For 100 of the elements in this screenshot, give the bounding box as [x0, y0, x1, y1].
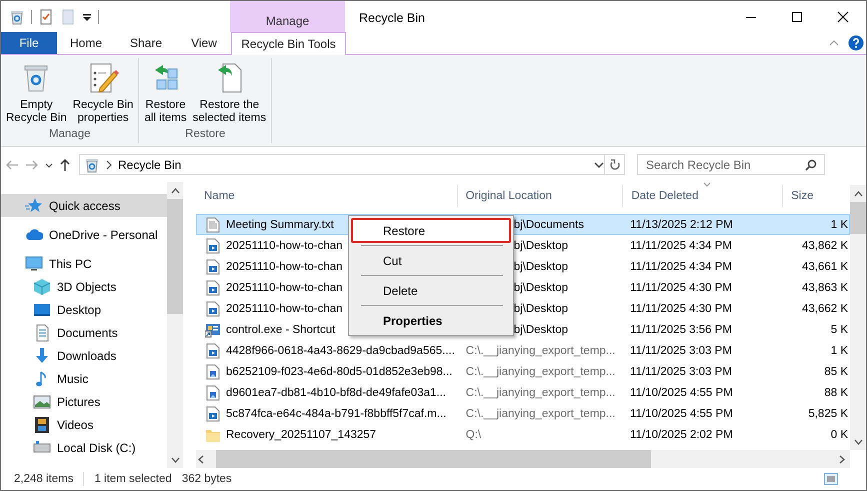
video-file-icon — [205, 280, 221, 296]
address-path: Recycle Bin — [118, 158, 182, 172]
scroll-right-icon[interactable] — [839, 454, 845, 464]
scroll-thumb[interactable] — [216, 450, 651, 468]
shortcut-icon — [205, 322, 221, 338]
ribbon-tab[interactable]: Home — [57, 32, 115, 54]
close-icon[interactable] — [837, 10, 849, 22]
dropdown-icon[interactable] — [594, 160, 604, 168]
file-name: b6252109-f023-4e6d-80d5-01d852e3eb98... — [226, 366, 452, 378]
text-file-icon — [205, 216, 221, 232]
star-icon — [25, 196, 43, 214]
details-view-icon[interactable] — [824, 473, 838, 485]
window-title: Recycle Bin — [358, 10, 425, 27]
table-cell-text: 1 K — [830, 218, 849, 230]
properties-icon[interactable] — [38, 8, 54, 24]
search-field[interactable]: Search Recycle Bin — [637, 154, 825, 175]
nav-item[interactable]: Videos — [1, 413, 167, 436]
scroll-thumb[interactable] — [850, 202, 866, 234]
column-header[interactable]: Date Deleted — [623, 185, 784, 207]
maximize-icon[interactable] — [791, 10, 803, 22]
table-cell-text: bj\Documents — [512, 218, 585, 230]
image-file-icon — [205, 384, 221, 400]
table-cell-text: 43,863 K — [800, 282, 849, 294]
menu-item[interactable]: Delete — [351, 278, 511, 303]
scroll-up-icon[interactable] — [854, 190, 862, 196]
table-cell-text: 11/11/2025 4:34 PM — [629, 240, 733, 252]
table-cell-text: 43,862 K — [800, 240, 849, 252]
table-cell-text: bj\Desktop — [512, 324, 570, 336]
context-tab-group: Manage — [230, 1, 345, 32]
menu-item[interactable]: Cut — [351, 248, 511, 273]
column-header[interactable]: Size — [783, 185, 850, 207]
recycle-bin-icon — [84, 156, 100, 172]
scroll-down-icon[interactable] — [854, 438, 862, 444]
up-icon[interactable] — [59, 158, 71, 172]
sort-caret-icon — [702, 182, 711, 187]
nav-item[interactable]: Downloads — [1, 344, 167, 367]
file-name: 20251110-how-to-chan — [226, 260, 343, 272]
ribbon-command[interactable]: Recycle Bin properties — [70, 58, 136, 128]
file-tab[interactable]: File — [1, 32, 57, 54]
table-cell-text: 11/11/2025 4:30 PM — [629, 302, 733, 314]
group-label: Manage — [48, 128, 92, 142]
nav-item[interactable]: Desktop — [1, 298, 167, 321]
ribbon-tab[interactable]: Share — [115, 32, 177, 54]
scroll-left-icon[interactable] — [198, 454, 204, 464]
table-cell-text: C:\.__jianying_export_temp... — [464, 344, 616, 356]
column-header[interactable]: Name — [196, 185, 458, 207]
refresh-icon[interactable] — [608, 158, 620, 172]
table-cell-text: 11/10/2025 4:55 PM — [629, 386, 734, 398]
nav-item[interactable]: Music — [1, 367, 167, 390]
nav-item[interactable]: Quick access — [1, 194, 167, 217]
video-file-icon — [205, 342, 221, 358]
ribbon-tab[interactable]: View — [177, 32, 231, 54]
table-cell-text: 11/11/2025 4:30 PM — [629, 282, 733, 294]
file-name: 20251110-how-to-chan — [226, 282, 343, 294]
ribbon-command[interactable]: Restore the selected items — [190, 58, 268, 128]
scrollbar[interactable] — [196, 450, 850, 468]
video-file-icon — [205, 406, 221, 422]
column-header[interactable]: Original Location — [458, 185, 624, 207]
table-cell-text: 11/11/2025 3:56 PM — [629, 324, 733, 336]
address-bar[interactable]: Recycle Bin — [79, 154, 605, 175]
table-cell-text: 11/13/2025 2:12 PM — [629, 218, 734, 230]
menu-item[interactable]: Restore — [351, 218, 511, 243]
selection-count: 1 item selected — [94, 473, 172, 485]
table-cell-text: 11/11/2025 4:34 PM — [629, 260, 733, 272]
item-count: 2,248 items — [14, 473, 74, 485]
menu-item[interactable]: Properties — [351, 308, 511, 333]
scrollbar[interactable] — [850, 185, 866, 450]
table-cell-text: 88 K — [823, 386, 849, 398]
table-cell-text: 43,662 K — [800, 302, 849, 314]
help-icon[interactable] — [848, 35, 864, 51]
table-cell-text: 5 K — [830, 324, 849, 336]
table-cell-text: bj\Desktop — [512, 240, 570, 252]
nav-item[interactable]: OneDrive - Personal — [1, 223, 167, 246]
scroll-up-icon[interactable] — [170, 188, 180, 194]
file-name: 5c874fca-e64c-484a-b791-f8bbff5f7caf.m... — [226, 408, 446, 420]
nav-item[interactable]: Pictures — [1, 390, 167, 413]
monitor-icon — [25, 254, 43, 272]
nav-item[interactable]: 3D Objects — [1, 275, 167, 298]
ribbon-tab[interactable]: Recycle Bin Tools — [231, 32, 346, 55]
video-file-icon — [205, 258, 221, 274]
nav-item[interactable]: Documents — [1, 321, 167, 344]
table-cell-text: 43,661 K — [800, 260, 849, 272]
file-name: 20251110-how-to-chan — [226, 240, 343, 252]
cube-icon — [33, 278, 51, 296]
nav-item[interactable]: This PC — [1, 252, 167, 275]
table-cell-text: C:\.__jianying_export_temp... — [464, 408, 616, 420]
video-file-icon — [205, 300, 221, 316]
scroll-thumb[interactable] — [167, 199, 183, 314]
scroll-down-icon[interactable] — [170, 456, 180, 462]
ribbon-command[interactable]: Restore all items — [142, 58, 189, 128]
chevron-icon — [106, 160, 112, 170]
group-label: Restore — [184, 128, 226, 142]
table-cell-text: bj\Desktop — [512, 260, 570, 272]
video-file-icon — [205, 238, 221, 254]
collapse-ribbon-icon[interactable] — [828, 38, 840, 48]
scrollbar[interactable] — [167, 182, 183, 468]
table-cell-text: 0 K — [830, 428, 849, 440]
nav-item[interactable]: Local Disk (C:) — [1, 436, 167, 459]
ribbon-command[interactable]: Empty Recycle Bin — [4, 58, 69, 128]
recycle-bin-icon[interactable] — [9, 8, 25, 24]
